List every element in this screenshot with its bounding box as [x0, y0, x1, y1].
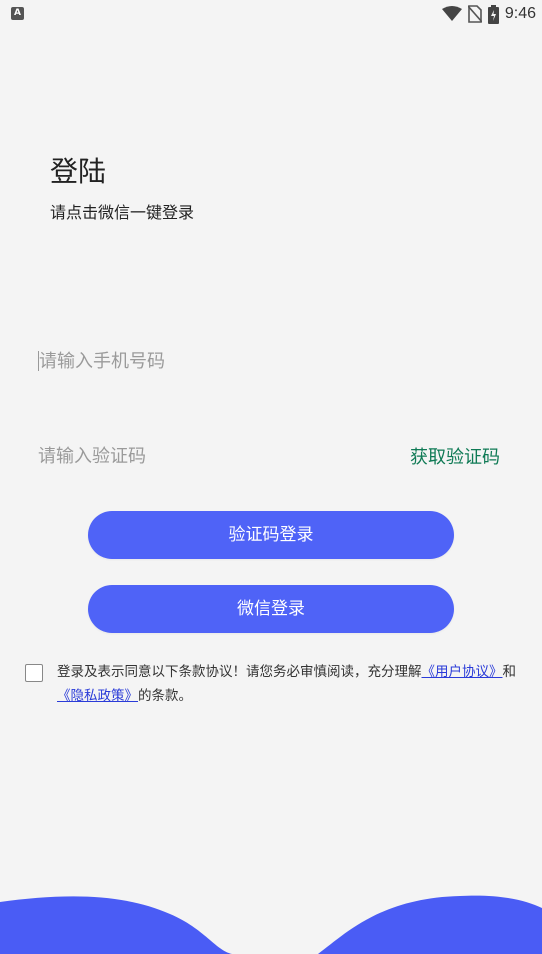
get-code-button[interactable]: 获取验证码: [410, 443, 500, 469]
notification-a-icon: A: [11, 7, 24, 20]
status-icons: 9:46: [441, 3, 536, 25]
bottom-wave-decoration: [0, 895, 542, 954]
agreement-text: 登录及表示同意以下条款协议！请您务必审慎阅读，充分理解《用户协议》和《隐私政策》…: [57, 660, 520, 708]
agreement-and: 和: [502, 664, 517, 680]
code-login-button[interactable]: 验证码登录: [88, 511, 454, 559]
clock: 9:46: [504, 5, 536, 22]
page-title: 登陆: [50, 155, 107, 188]
battery-charging-icon: [487, 4, 499, 24]
code-field: 获取验证码: [38, 435, 500, 477]
page-subtitle: 请点击微信一键登录: [50, 203, 195, 222]
privacy-policy-link[interactable]: 《隐私政策》: [57, 688, 138, 704]
user-agreement-link[interactable]: 《用户协议》: [422, 664, 503, 680]
agreement: 登录及表示同意以下条款协议！请您务必审慎阅读，充分理解《用户协议》和《隐私政策》…: [25, 660, 520, 708]
agreement-checkbox[interactable]: [25, 664, 43, 682]
wechat-login-button[interactable]: 微信登录: [88, 585, 454, 633]
agreement-text-after: 的条款。: [138, 688, 192, 704]
phone-input[interactable]: [39, 350, 479, 372]
wifi-icon: [441, 6, 462, 22]
no-sim-icon: [467, 5, 482, 23]
phone-field: [38, 340, 498, 382]
status-bar: A 9:46: [0, 0, 542, 28]
agreement-text-before: 登录及表示同意以下条款协议！请您务必审慎阅读，充分理解: [57, 664, 422, 680]
code-input[interactable]: [38, 445, 338, 467]
